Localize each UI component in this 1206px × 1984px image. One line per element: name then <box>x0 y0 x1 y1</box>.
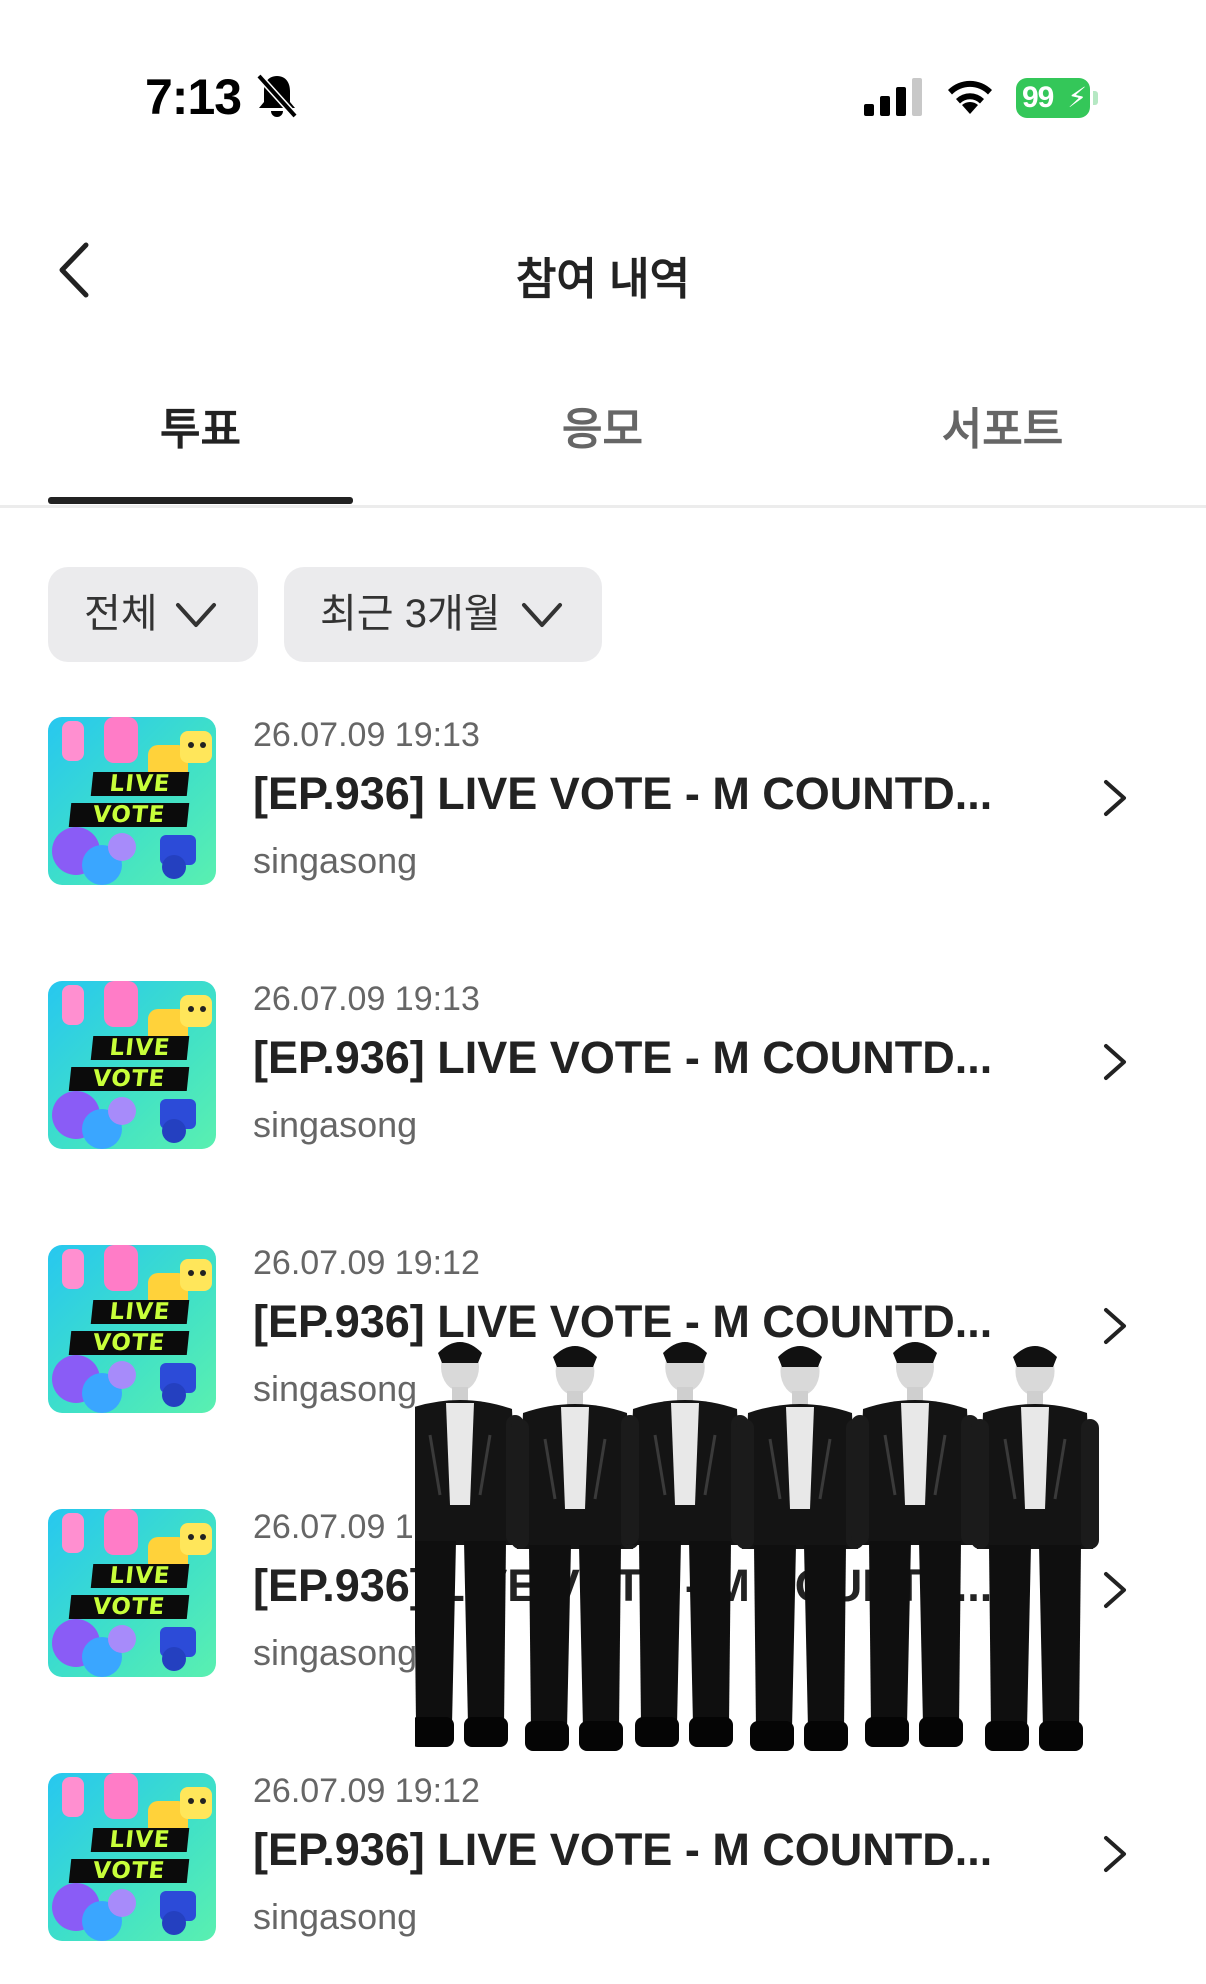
tab-active-indicator <box>48 497 353 504</box>
thumbnail-vote-label: VOTE <box>68 1066 190 1092</box>
list-item[interactable]: LIVE VOTE 26.07.09 19:13 [EP.936] LIVE V… <box>0 964 1206 1164</box>
bell-slash-icon <box>256 73 298 119</box>
category-filter-dropdown[interactable]: 전체 <box>48 567 258 662</box>
thumbnail-vote-label: VOTE <box>68 1858 190 1884</box>
tab-bar: 투표 응모 서포트 <box>0 390 1206 508</box>
person-figure <box>736 1346 864 1751</box>
item-source: singasong <box>253 1632 418 1673</box>
item-date: 26.07.09 19:13 <box>253 980 480 1018</box>
charging-bolt-icon: ⚡ <box>1067 82 1087 113</box>
period-filter-dropdown[interactable]: 최근 3개월 <box>284 567 602 662</box>
thumbnail-art <box>52 981 212 1149</box>
thumbnail-art <box>52 1245 212 1413</box>
category-filter-label: 전체 <box>84 592 158 636</box>
item-source: singasong <box>253 1896 418 1937</box>
thumbnail-live-label: LIVE <box>90 1299 190 1325</box>
live-vote-thumbnail: LIVE VOTE <box>48 717 216 885</box>
cellular-signal-icon <box>864 78 922 116</box>
thumbnail-art <box>52 1773 212 1941</box>
item-title: [EP.936] LIVE VOTE - M COUNTD... <box>253 1032 993 1083</box>
chevron-down-icon <box>176 603 216 627</box>
person-figure <box>621 1342 749 1747</box>
person-figure <box>511 1346 639 1751</box>
live-vote-thumbnail: LIVE VOTE <box>48 1773 216 1941</box>
nav-header: 참여 내역 <box>0 215 1206 325</box>
chevron-down-icon <box>522 603 562 627</box>
person-figure <box>971 1346 1099 1751</box>
status-time: 7:13 <box>145 69 242 125</box>
chevron-right-icon <box>1104 1044 1126 1080</box>
item-title: [EP.936] LIVE VOTE - M COUNTD... <box>253 768 993 819</box>
tab-entry[interactable]: 응모 <box>450 390 755 502</box>
item-date: 26.07.09 19:12 <box>253 1772 480 1810</box>
period-filter-label: 최근 3개월 <box>320 592 501 636</box>
live-vote-thumbnail: LIVE VOTE <box>48 1509 216 1677</box>
item-title: [EP.936] LIVE VOTE - M COUNTD... <box>253 1824 993 1875</box>
thumbnail-vote-label: VOTE <box>68 1330 190 1356</box>
thumbnail-live-label: LIVE <box>90 1035 190 1061</box>
item-source: singasong <box>253 1104 418 1145</box>
item-date: 26.07.09 19:13 <box>253 716 480 754</box>
live-vote-thumbnail: LIVE VOTE <box>48 1245 216 1413</box>
thumbnail-live-label: LIVE <box>90 1827 190 1853</box>
person-figure <box>851 1342 979 1747</box>
battery-percent: 99 <box>1022 81 1054 114</box>
thumbnail-vote-label: VOTE <box>68 802 190 828</box>
page-title: 참여 내역 <box>515 255 691 304</box>
wifi-icon <box>948 80 992 114</box>
chevron-right-icon <box>1104 1836 1126 1872</box>
list-item[interactable]: LIVE VOTE 26.07.09 19:13 [EP.936] LIVE V… <box>0 700 1206 900</box>
thumbnail-live-label: LIVE <box>90 771 190 797</box>
group-photo-overlay <box>415 1342 1099 1751</box>
item-source: singasong <box>253 1368 418 1409</box>
battery-cap <box>1093 91 1098 105</box>
thumbnail-vote-label: VOTE <box>68 1594 190 1620</box>
item-date: 26.07.09 19:12 <box>253 1244 480 1282</box>
battery-level: 99 ⚡ <box>1016 78 1090 118</box>
thumbnail-art <box>52 717 212 885</box>
person-figure <box>415 1342 524 1747</box>
live-vote-thumbnail: LIVE VOTE <box>48 981 216 1149</box>
item-source: singasong <box>253 840 418 881</box>
tab-support[interactable]: 서포트 <box>850 390 1155 502</box>
tab-vote[interactable]: 투표 <box>48 390 353 502</box>
battery-indicator: 99 ⚡ <box>1016 78 1098 118</box>
list-item[interactable]: LIVE VOTE 26.07.09 19:12 [EP.936] LIVE V… <box>0 1756 1206 1956</box>
status-bar: 7:13 99 ⚡ <box>0 0 1206 140</box>
chevron-right-icon <box>1104 780 1126 816</box>
thumbnail-live-label: LIVE <box>90 1563 190 1589</box>
thumbnail-art <box>52 1509 212 1677</box>
